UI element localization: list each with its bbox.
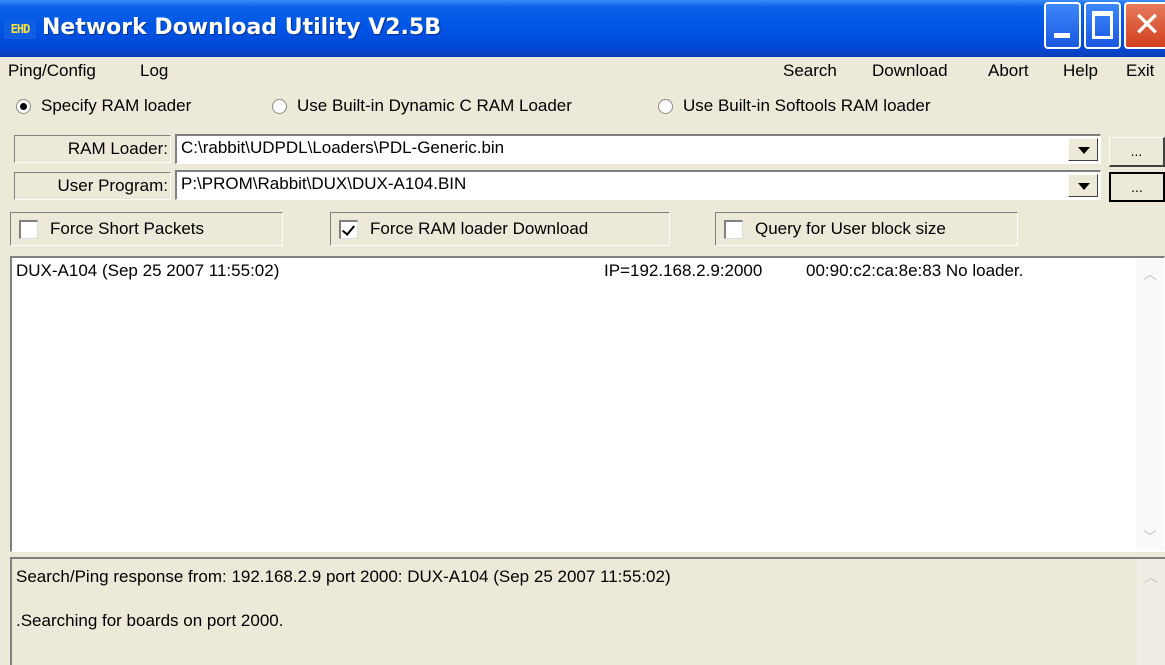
- radio-dynamic-c-loader[interactable]: Use Built-in Dynamic C RAM Loader: [272, 96, 572, 116]
- menu-exit[interactable]: Exit: [1126, 61, 1154, 81]
- scroll-up-icon[interactable]: ︿: [1140, 264, 1160, 284]
- ram-loader-browse-button[interactable]: ...: [1109, 137, 1165, 167]
- radio-label: Use Built-in Softools RAM loader: [683, 96, 931, 115]
- title-bar[interactable]: EHD Network Download Utility V2.5B ✕: [0, 0, 1165, 57]
- scroll-down-icon[interactable]: ﹀: [1140, 527, 1160, 547]
- minimize-icon: [1054, 33, 1070, 38]
- board-name: DUX-A104 (Sep 25 2007 11:55:02): [16, 261, 280, 280]
- checkbox-unchecked-icon: [724, 219, 743, 239]
- menu-search[interactable]: Search: [783, 61, 837, 81]
- close-icon: ✕: [1132, 5, 1162, 45]
- menu-ping-config[interactable]: Ping/Config: [8, 61, 96, 81]
- board-ip: IP=192.168.2.9:2000: [604, 261, 763, 280]
- log-line: Search/Ping response from: 192.168.2.9 p…: [16, 567, 671, 586]
- checkbox-checked-icon: [339, 219, 358, 239]
- scroll-up-icon[interactable]: ︿: [1141, 567, 1161, 587]
- chevron-down-icon: [1078, 147, 1090, 154]
- menu-download[interactable]: Download: [872, 61, 948, 81]
- log-line: .Searching for boards on port 2000.: [16, 611, 284, 630]
- ram-loader-value[interactable]: C:\rabbit\UDPDL\Loaders\PDL-Generic.bin: [181, 138, 504, 158]
- board-mac-status: 00:90:c2:ca:8e:83 No loader.: [806, 261, 1024, 280]
- close-button[interactable]: ✕: [1124, 2, 1165, 49]
- radio-selected-icon: [16, 98, 31, 114]
- radio-specify-ram-loader[interactable]: Specify RAM loader: [16, 96, 191, 116]
- log-area[interactable]: Search/Ping response from: 192.168.2.9 p…: [10, 557, 1165, 665]
- force-ram-loader-download-checkbox[interactable]: Force RAM loader Download: [330, 212, 670, 246]
- ram-loader-label: RAM Loader:: [14, 135, 171, 163]
- minimize-button[interactable]: [1044, 2, 1081, 49]
- menu-bar: Ping/Config Log Search Download Abort He…: [0, 57, 1165, 87]
- app-window: EHD Network Download Utility V2.5B ✕ Pin…: [0, 0, 1165, 665]
- app-icon[interactable]: EHD: [4, 19, 36, 39]
- loader-option-group: Specify RAM loader Use Built-in Dynamic …: [0, 93, 1165, 123]
- checkbox-label: Force RAM loader Download: [370, 219, 589, 238]
- menu-log[interactable]: Log: [140, 61, 168, 81]
- ram-loader-combo[interactable]: C:\rabbit\UDPDL\Loaders\PDL-Generic.bin: [175, 134, 1101, 164]
- maximize-icon: [1092, 11, 1113, 39]
- radio-label: Specify RAM loader: [41, 96, 192, 115]
- radio-unselected-icon: [658, 98, 673, 114]
- window-title: Network Download Utility V2.5B: [42, 15, 441, 40]
- user-program-browse-button[interactable]: ...: [1109, 172, 1165, 202]
- user-program-label: User Program:: [14, 172, 171, 200]
- checkbox-unchecked-icon: [19, 219, 38, 239]
- checkbox-label: Force Short Packets: [50, 219, 205, 238]
- query-user-block-size-checkbox[interactable]: Query for User block size: [715, 212, 1018, 246]
- board-list-scrollbar[interactable]: ︿ ﹀: [1136, 258, 1164, 551]
- radio-label: Use Built-in Dynamic C RAM Loader: [297, 96, 572, 115]
- menu-abort[interactable]: Abort: [988, 61, 1029, 81]
- user-program-value[interactable]: P:\PROM\Rabbit\DUX\DUX-A104.BIN: [181, 174, 466, 194]
- radio-softools-loader[interactable]: Use Built-in Softools RAM loader: [658, 96, 931, 116]
- log-scrollbar[interactable]: ︿: [1137, 559, 1165, 665]
- menu-help[interactable]: Help: [1063, 61, 1098, 81]
- board-list[interactable]: DUX-A104 (Sep 25 2007 11:55:02) IP=192.1…: [10, 256, 1165, 552]
- checkbox-label: Query for User block size: [755, 219, 946, 238]
- user-program-combo[interactable]: P:\PROM\Rabbit\DUX\DUX-A104.BIN: [175, 170, 1101, 200]
- radio-unselected-icon: [272, 98, 287, 114]
- ram-loader-dropdown-button[interactable]: [1068, 138, 1098, 161]
- user-program-dropdown-button[interactable]: [1068, 174, 1098, 197]
- chevron-down-icon: [1078, 183, 1090, 190]
- force-short-packets-checkbox[interactable]: Force Short Packets: [10, 212, 283, 246]
- maximize-button[interactable]: [1084, 2, 1121, 49]
